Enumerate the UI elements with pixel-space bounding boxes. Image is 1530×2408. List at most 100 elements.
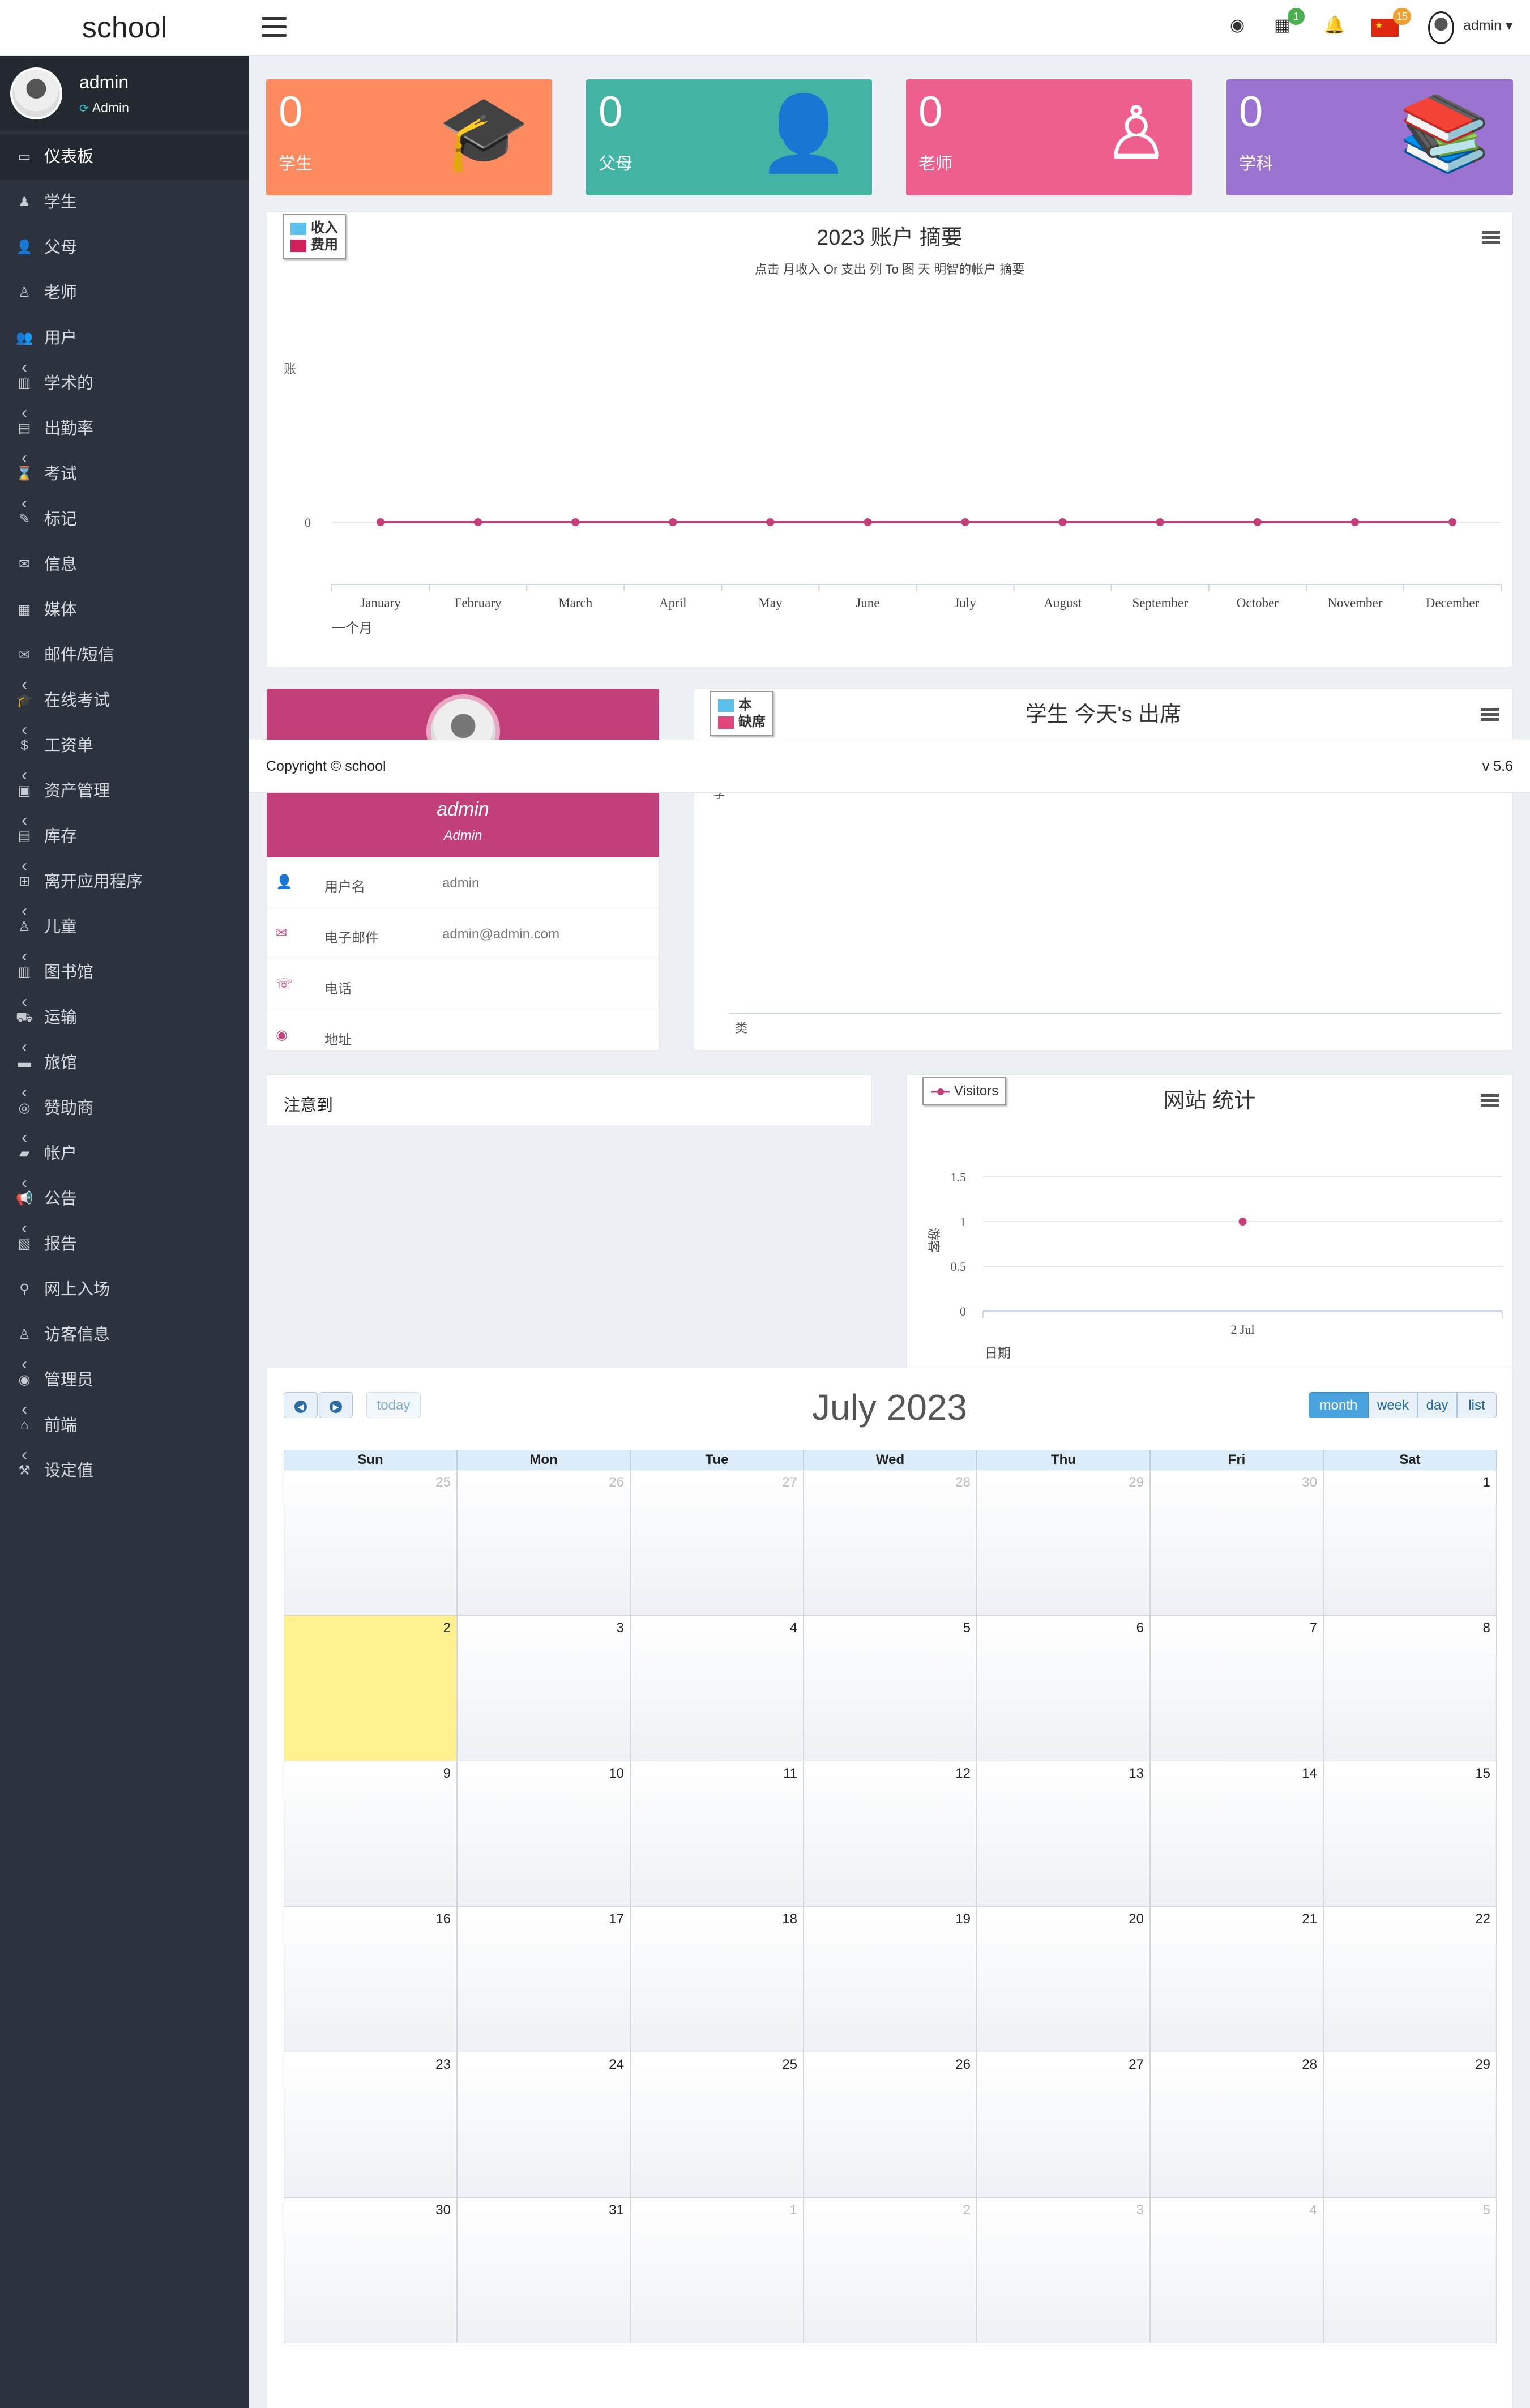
- sidebar-item-6[interactable]: ▤ 出勤率 ‹: [0, 403, 249, 451]
- calendar-day-cell[interactable]: 21: [1150, 1907, 1323, 2052]
- app-logo[interactable]: school: [0, 0, 249, 56]
- sidebar-item-23[interactable]: 📢 公告 ‹: [0, 1175, 249, 1222]
- globe-icon[interactable]: ◉: [1230, 17, 1245, 34]
- sidebar-item-19[interactable]: ⛟ 运输 ‹: [0, 992, 249, 1040]
- calendar-day-cell[interactable]: 3: [977, 2198, 1150, 2343]
- data-point: [571, 518, 580, 526]
- sidebar-item-8[interactable]: ✎ 标记 ‹: [0, 495, 249, 542]
- calendar-day-cell[interactable]: 5: [804, 1616, 977, 1761]
- view-week-button[interactable]: week: [1369, 1392, 1417, 1418]
- user-menu-dropdown[interactable]: admin ▾: [1463, 18, 1513, 34]
- calendar-day-cell[interactable]: 3: [457, 1616, 630, 1761]
- sidebar-item-3[interactable]: ♙ 老师: [0, 270, 249, 315]
- calendar-day-cell[interactable]: 17: [457, 1907, 630, 2052]
- calendar-day-cell[interactable]: 26: [804, 2052, 977, 2198]
- money-icon: ▰: [19, 1146, 30, 1161]
- calendar-day-cell[interactable]: 27: [630, 1470, 804, 1616]
- sidebar-item-4[interactable]: 👥 用户: [0, 315, 249, 361]
- calendar-day-cell[interactable]: 20: [977, 1907, 1150, 2052]
- calendar-day-cell[interactable]: 11: [630, 1761, 804, 1907]
- sidebar-item-11[interactable]: ✉ 邮件/短信: [0, 633, 249, 678]
- chart-menu-button[interactable]: [1481, 1094, 1499, 1108]
- chart-menu-button[interactable]: [1482, 231, 1500, 245]
- calendar-day-cell[interactable]: 28: [1150, 2052, 1323, 2198]
- sidebar-item-16[interactable]: ⊞ 离开应用程序 ‹: [0, 857, 249, 904]
- sidebar-item-18[interactable]: ▥ 图书馆 ‹: [0, 948, 249, 995]
- x-tick-label: April: [659, 596, 687, 610]
- calendar-day-cell[interactable]: 9: [284, 1761, 457, 1907]
- sidebar-item-17[interactable]: ♙ 儿童 ‹: [0, 903, 249, 950]
- stat-card-parents[interactable]: 0 父母 👤: [586, 79, 872, 195]
- stat-card-teachers[interactable]: 0 老师 ♙: [906, 79, 1192, 195]
- stat-card-students[interactable]: 0 学生 🎓: [266, 79, 552, 195]
- sidebar-item-14[interactable]: ▣ 资产管理 ‹: [0, 767, 249, 814]
- calendar-day-cell[interactable]: 5: [1323, 2198, 1497, 2343]
- calendar-day-cell[interactable]: 4: [630, 1616, 804, 1761]
- calendar-day-cell[interactable]: 13: [977, 1761, 1150, 1907]
- view-month-button[interactable]: month: [1309, 1392, 1369, 1418]
- chevron-left-icon: ‹: [22, 403, 27, 422]
- chart-menu-button[interactable]: [1481, 708, 1499, 721]
- calendar-day-cell[interactable]: 27: [977, 2052, 1150, 2198]
- calendar-day-cell[interactable]: 15: [1323, 1761, 1497, 1907]
- calendar-day-cell[interactable]: 30: [1150, 1470, 1323, 1616]
- calendar-day-cell[interactable]: 14: [1150, 1761, 1323, 1907]
- sidebar-item-25[interactable]: ⚲ 网上入场: [0, 1267, 249, 1312]
- calendar-day-cell[interactable]: 2: [804, 2198, 977, 2343]
- calendar-day-cell[interactable]: 25: [284, 1470, 457, 1616]
- calendar-day-cell[interactable]: 26: [457, 1470, 630, 1616]
- calendar-day-cell[interactable]: 23: [284, 2052, 457, 2198]
- calendar-day-cell[interactable]: 28: [804, 1470, 977, 1616]
- calendar-day-cell[interactable]: 31: [457, 2198, 630, 2343]
- stat-card-subjects[interactable]: 0 学科 📚: [1226, 79, 1513, 195]
- data-point: [766, 518, 775, 526]
- gavel-icon: ⚒: [18, 1463, 31, 1478]
- calendar-day-cell[interactable]: 6: [977, 1616, 1150, 1761]
- sidebar-item-27[interactable]: ◉ 管理员 ‹: [0, 1356, 249, 1403]
- calendar-day-cell[interactable]: 18: [630, 1907, 804, 2052]
- calendar-day-cell[interactable]: 30: [284, 2198, 457, 2343]
- sidebar-toggle-button[interactable]: [262, 17, 287, 37]
- calendar-day-cell[interactable]: 7: [1150, 1616, 1323, 1761]
- calendar-day-cell[interactable]: 19: [804, 1907, 977, 2052]
- sidebar-item-22[interactable]: ▰ 帐户 ‹: [0, 1129, 249, 1176]
- calendar-day-cell[interactable]: 25: [630, 2052, 804, 2198]
- calendar-day-cell[interactable]: 24: [457, 2052, 630, 2198]
- calendar-day-cell[interactable]: 10: [457, 1761, 630, 1907]
- calendar-day-cell[interactable]: 29: [977, 1470, 1150, 1616]
- data-point: [1156, 518, 1164, 526]
- calendar-day-cell[interactable]: 1: [630, 2198, 804, 2343]
- sidebar-item-12[interactable]: 🎓 在线考试 ‹: [0, 676, 249, 723]
- bell-icon[interactable]: 🔔: [1324, 17, 1345, 34]
- view-list-button[interactable]: list: [1457, 1392, 1497, 1418]
- calendar-day-cell[interactable]: 22: [1323, 1907, 1497, 2052]
- sidebar-item-0[interactable]: ▭ 仪表板: [0, 134, 249, 180]
- sidebar-item-10[interactable]: ▦ 媒体: [0, 587, 249, 633]
- sidebar-item-20[interactable]: ▬ 旅馆 ‹: [0, 1039, 249, 1086]
- chevron-left-icon: ‹: [22, 992, 27, 1011]
- view-day-button[interactable]: day: [1417, 1392, 1457, 1418]
- sidebar-item-15[interactable]: ▤ 库存 ‹: [0, 812, 249, 859]
- avatar[interactable]: [1428, 11, 1454, 44]
- sidebar-item-1[interactable]: ♟ 学生: [0, 180, 249, 225]
- sidebar-item-26[interactable]: ♙ 访客信息: [0, 1312, 249, 1357]
- calendar-day-cell[interactable]: 29: [1323, 2052, 1497, 2198]
- calendar-day-cell[interactable]: 16: [284, 1907, 457, 2052]
- calendar-week-row: 9 10 11 12 13 14 15: [284, 1761, 1497, 1907]
- calendar-day-cell[interactable]: 8: [1323, 1616, 1497, 1761]
- film-icon: ▦: [18, 602, 31, 617]
- sidebar-item-13[interactable]: $ 工资单 ‹: [0, 721, 249, 768]
- sidebar-item-2[interactable]: 👤 父母: [0, 225, 249, 270]
- sidebar-item-29[interactable]: ⚒ 设定值 ‹: [0, 1446, 249, 1493]
- calendar-day-cell[interactable]: 1: [1323, 1470, 1497, 1616]
- sidebar-item-24[interactable]: ▧ 报告 ‹: [0, 1220, 249, 1267]
- sidebar-item-5[interactable]: ▥ 学术的 ‹: [0, 359, 249, 406]
- sidebar-item-21[interactable]: ◎ 赞助商 ‹: [0, 1084, 249, 1131]
- calendar-day-cell[interactable]: 12: [804, 1761, 977, 1907]
- calendar-day-cell[interactable]: 2: [284, 1616, 457, 1761]
- calendar-day-cell[interactable]: 4: [1150, 2198, 1323, 2343]
- sidebar-item-28[interactable]: ⌂ 前端 ‹: [0, 1401, 249, 1448]
- sidebar-item-7[interactable]: ⌛ 考试 ‹: [0, 450, 249, 497]
- data-point: [1350, 518, 1359, 526]
- sidebar-item-9[interactable]: ✉ 信息: [0, 542, 249, 587]
